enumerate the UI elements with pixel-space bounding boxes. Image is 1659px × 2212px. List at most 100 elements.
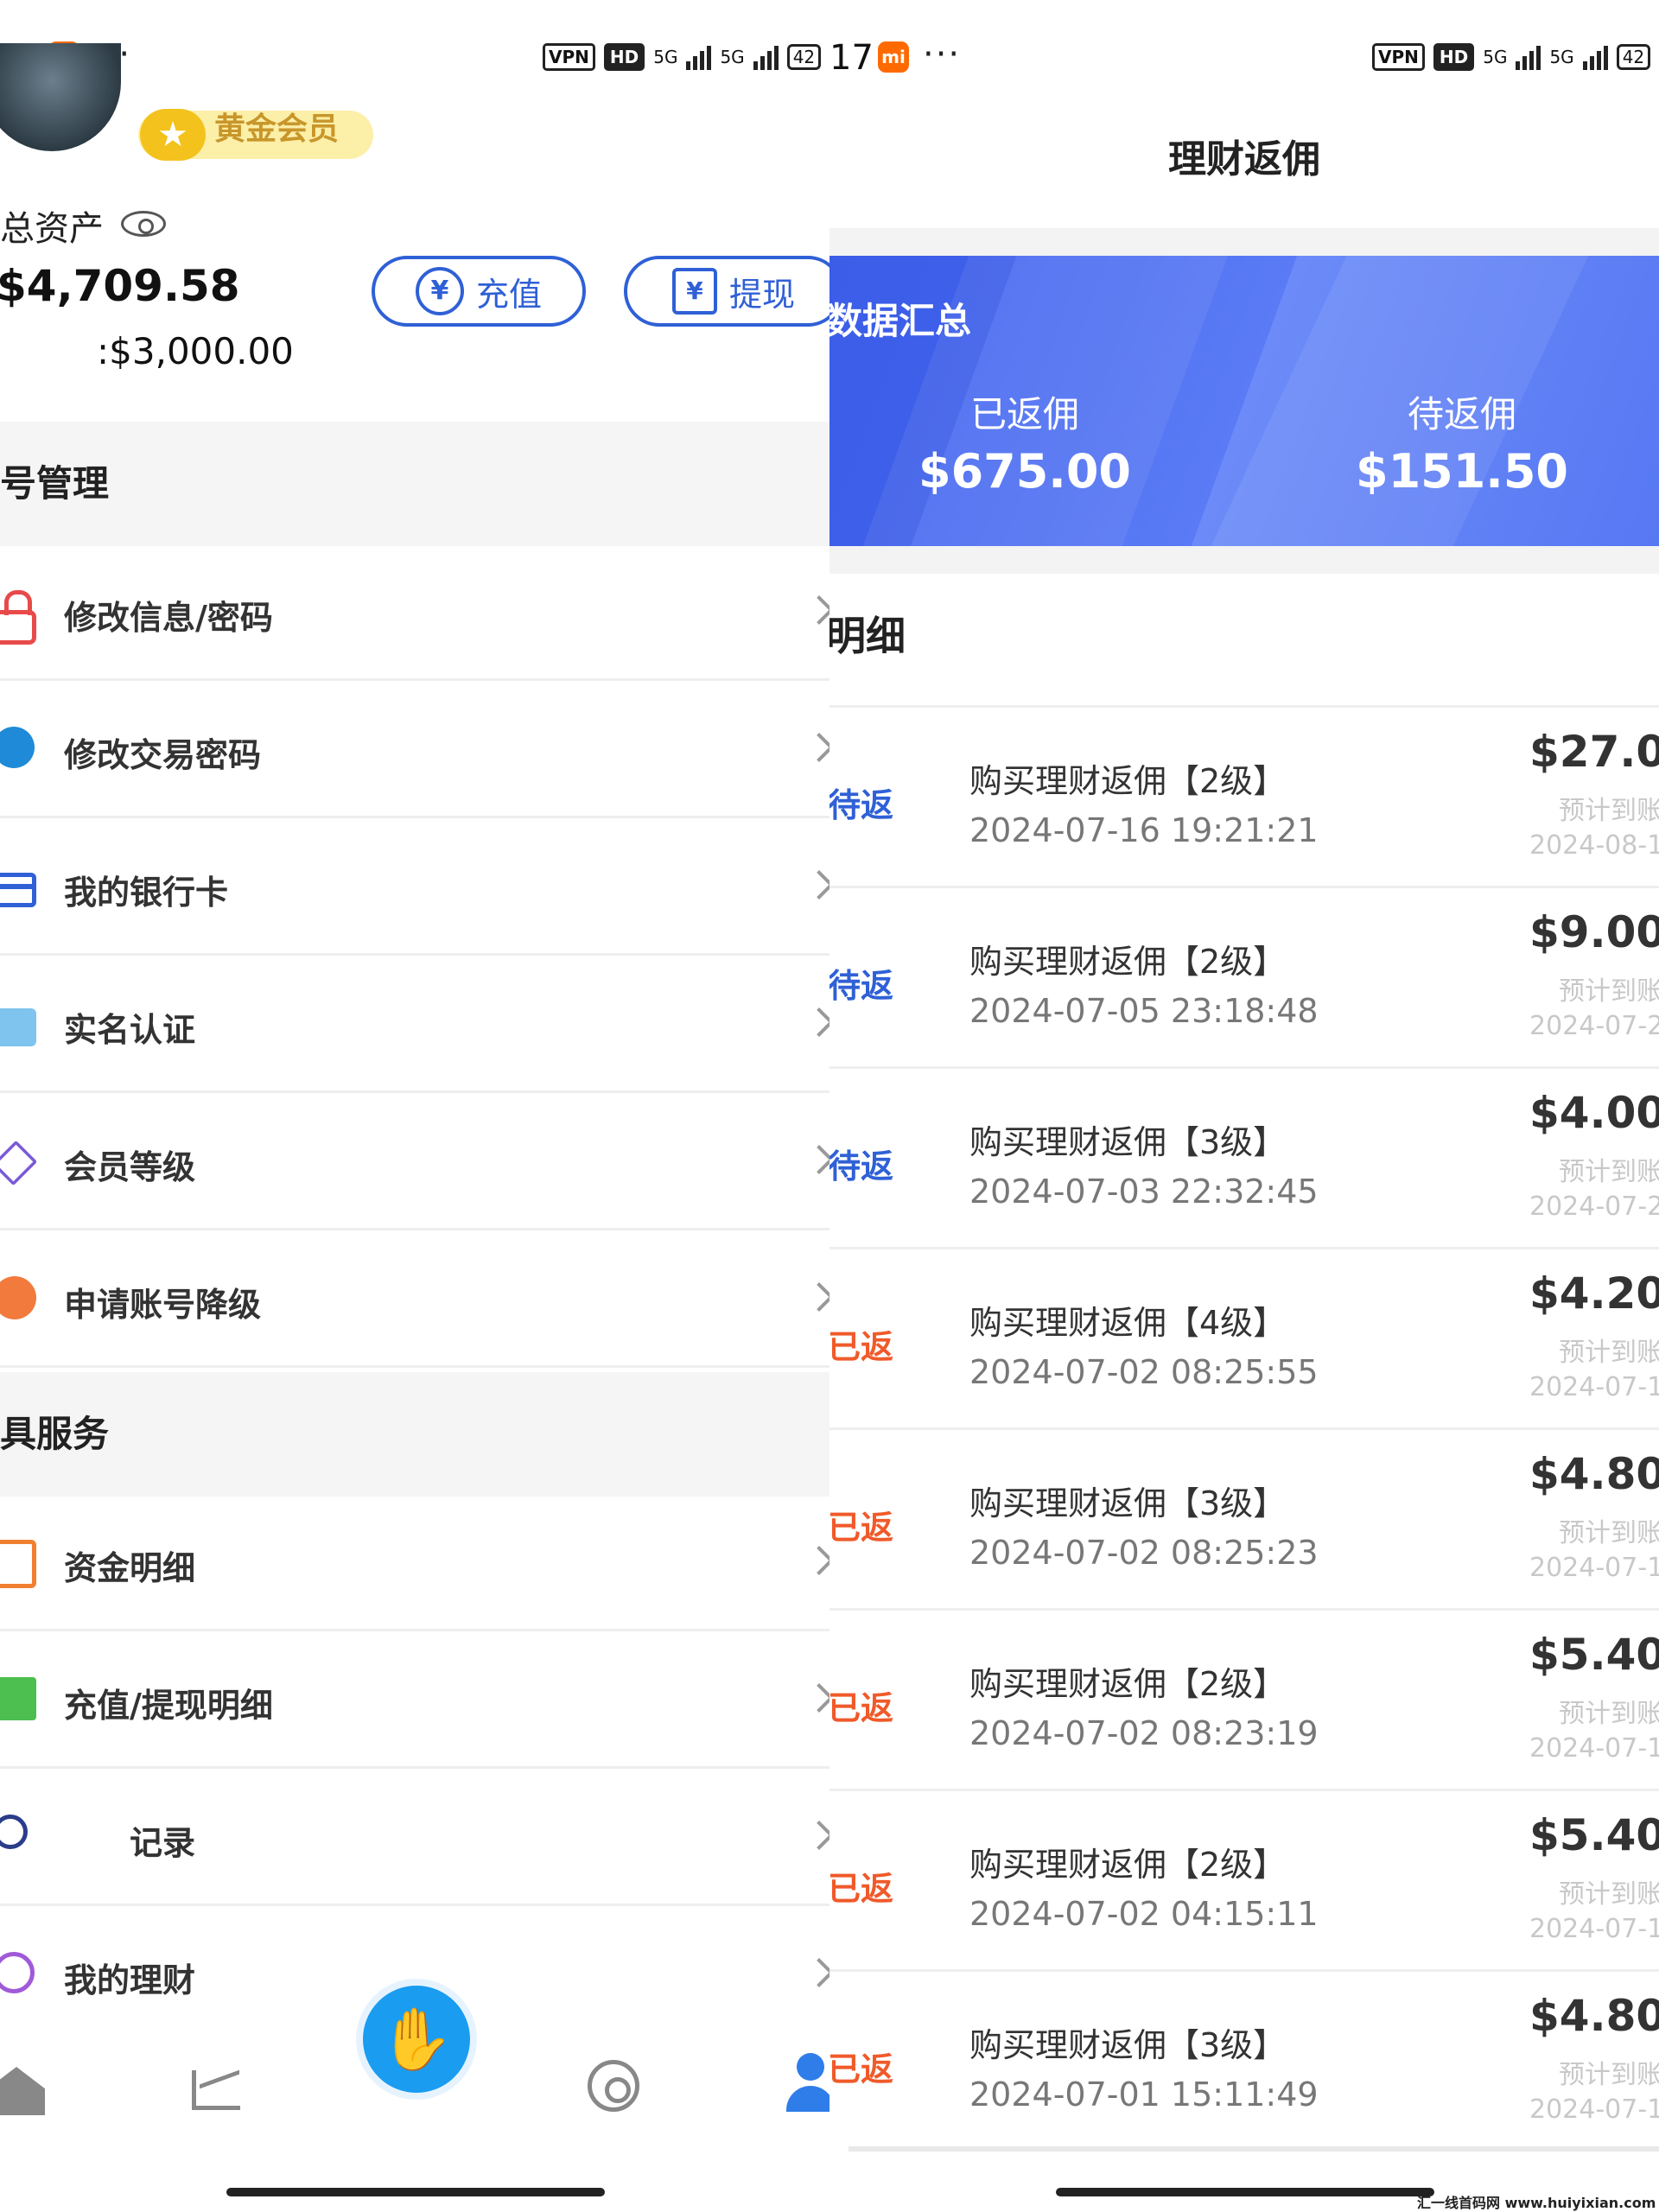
list-item[interactable]: 待返 购买理财返佣【3级】 2024-07-03 22:32:45 $4.00 … [830, 1066, 1659, 1247]
money-icon [0, 1677, 36, 1720]
record-expect-label: 预计到账 [1559, 1157, 1659, 1187]
record-title: 购买理财返佣【2级】 [969, 762, 1287, 800]
menu-item-bank-card[interactable]: 我的银行卡 [0, 821, 830, 956]
record-amount: $5.40 [1529, 1810, 1659, 1860]
menu-item-label: 修改信息/密码 [64, 599, 273, 637]
total-assets-value: $4,709.58 [0, 261, 240, 311]
detail-title: 明细 [830, 613, 906, 659]
section-tool-services: 具服务 [0, 1372, 830, 1497]
handshake-icon[interactable]: ✋ [356, 1979, 477, 2100]
record-time: 2024-07-02 08:23:19 [969, 1714, 1319, 1752]
menu-item-label: 充值/提现明细 [64, 1687, 273, 1725]
list-item[interactable]: 已返 购买理财返佣【2级】 2024-07-02 08:23:19 $5.40 … [830, 1608, 1659, 1789]
menu-item-recharge-withdraw-details[interactable]: 充值/提现明细 [0, 1634, 830, 1769]
recharge-button[interactable]: ¥ 充值 [372, 256, 586, 327]
list-item[interactable]: 已返 购买理财返佣【4级】 2024-07-02 08:25:55 $4.20 … [830, 1247, 1659, 1427]
list-item[interactable]: 已返 购买理财返佣【3级】 2024-07-02 08:25:23 $4.80 … [830, 1427, 1659, 1608]
mi-logo-icon: mi [878, 41, 909, 73]
network-label-2: 5G [720, 47, 745, 67]
pending-commission-value: $151.50 [1356, 444, 1568, 499]
chevron-right-icon [804, 1683, 830, 1713]
record-title: 购买理财返佣【4级】 [969, 1304, 1287, 1342]
menu-item-trade-password[interactable]: 修改交易密码 [0, 683, 830, 818]
record-amount: $9.00 [1529, 907, 1659, 957]
summary-card: 数据汇总 已返佣 $675.00 待返佣 $151.50 [830, 256, 1659, 546]
id-card-icon [0, 1008, 36, 1046]
menu-item-downgrade[interactable]: 申请账号降级 [0, 1233, 830, 1368]
record-status: 待返 [830, 1147, 894, 1185]
vpn-badge: VPN [1372, 43, 1425, 71]
page-title: 理财返佣 [1168, 137, 1320, 181]
record-amount: $4.20 [1529, 1268, 1659, 1319]
menu-item-real-name[interactable]: 实名认证 [0, 958, 830, 1093]
record-amount: $27.00 [1529, 727, 1659, 777]
avatar[interactable] [0, 43, 121, 151]
team-icon [0, 1815, 28, 1849]
summary-title: 数据汇总 [830, 300, 972, 342]
target-icon[interactable] [588, 2060, 639, 2112]
record-expect-label: 预计到账 [1559, 1879, 1659, 1910]
home-indicator [1056, 2188, 1434, 2196]
withdraw-button[interactable]: ¥ 提现 [624, 256, 830, 327]
list-item[interactable]: 已返 购买理财返佣【2级】 2024-07-02 04:15:11 $5.40 … [830, 1789, 1659, 1969]
record-title: 购买理财返佣【2级】 [969, 1846, 1287, 1884]
record-expect-date: 2024-07-27 [1529, 1192, 1659, 1222]
chevron-right-icon [804, 1007, 830, 1037]
trade-lock-icon [0, 727, 35, 768]
downgrade-user-icon [0, 1276, 36, 1319]
hd-badge: HD [603, 43, 645, 71]
menu-item-label: 实名认证 [64, 1011, 196, 1049]
chevron-right-icon [804, 1821, 830, 1850]
paid-commission-value: $675.00 [918, 444, 1131, 499]
list-item[interactable]: 已返 购买理财返佣【3级】 2024-07-01 15:11:49 $4.80 … [830, 1969, 1659, 2150]
record-time: 2024-07-02 08:25:55 [969, 1353, 1319, 1391]
signal-icon [686, 44, 712, 70]
record-expect-label: 预计到账 [1559, 976, 1659, 1007]
list-item[interactable]: 待返 购买理财返佣【2级】 2024-07-16 19:21:21 $27.00… [830, 705, 1659, 886]
chevron-right-icon [804, 733, 830, 762]
record-status: 已返 [830, 1509, 894, 1547]
sub-assets-value: :$3,000.00 [97, 330, 294, 372]
list-item[interactable]: 待返 购买理财返佣【2级】 2024-07-05 23:18:48 $9.00 … [830, 886, 1659, 1066]
home-icon[interactable] [0, 2067, 45, 2115]
record-expect-label: 预计到账 [1559, 1699, 1659, 1729]
record-status: 已返 [830, 2050, 894, 2088]
menu-item-label: 会员等级 [64, 1148, 196, 1186]
paid-commission-label: 已返佣 [969, 393, 1079, 435]
chevron-right-icon [804, 1546, 830, 1575]
bottom-nav: ✋ [0, 1979, 830, 2196]
status-indicators: VPN HD 5G 5G 42 [543, 43, 822, 71]
chart-icon[interactable] [192, 2070, 240, 2110]
record-expect-date: 2024-07-28 [1529, 1011, 1659, 1041]
menu-item-label: 申请账号降级 [64, 1286, 262, 1324]
member-level-icon [0, 1140, 38, 1186]
record-title: 购买理财返佣【3级】 [969, 1123, 1287, 1161]
record-title: 购买理财返佣【2级】 [969, 943, 1287, 981]
pending-commission-label: 待返佣 [1407, 393, 1516, 435]
record-amount: $4.00 [1529, 1088, 1659, 1138]
record-expect-date: 2024-07-18 [1529, 1914, 1659, 1944]
menu-item-edit-info[interactable]: 修改信息/密码 [0, 546, 830, 681]
recharge-label: 充值 [475, 275, 542, 314]
record-expect-date: 2024-08-16 [1529, 830, 1659, 861]
eye-icon[interactable] [121, 211, 166, 237]
status-indicators: VPN HD 5G 5G 42 [1372, 43, 1651, 71]
signal-icon-2 [1582, 44, 1608, 70]
menu-item-member-level[interactable]: 会员等级 [0, 1096, 830, 1230]
record-expect-date: 2024-07-18 [1529, 1553, 1659, 1583]
menu-item-fund-details[interactable]: 资金明细 [0, 1497, 830, 1631]
profile-icon[interactable] [786, 2053, 830, 2119]
record-expect-label: 预计到账 [1559, 1518, 1659, 1548]
status-bar: 17 mi ··· VPN HD 5G 5G 42 [830, 35, 1659, 86]
record-title: 购买理财返佣【3级】 [969, 1484, 1287, 1522]
menu-item-label: 记录 [130, 1824, 196, 1862]
record-expect-label: 预计到账 [1559, 796, 1659, 826]
battery-icon: 42 [1616, 44, 1651, 70]
network-label: 5G [653, 47, 678, 67]
record-time: 2024-07-03 22:32:45 [969, 1173, 1319, 1211]
menu-item-records[interactable]: 记录 [0, 1771, 830, 1906]
record-amount: $4.80 [1529, 1449, 1659, 1499]
network-label: 5G [1483, 47, 1508, 67]
chevron-right-icon [804, 1282, 830, 1312]
record-expect-date: 2024-07-18 [1529, 1372, 1659, 1402]
